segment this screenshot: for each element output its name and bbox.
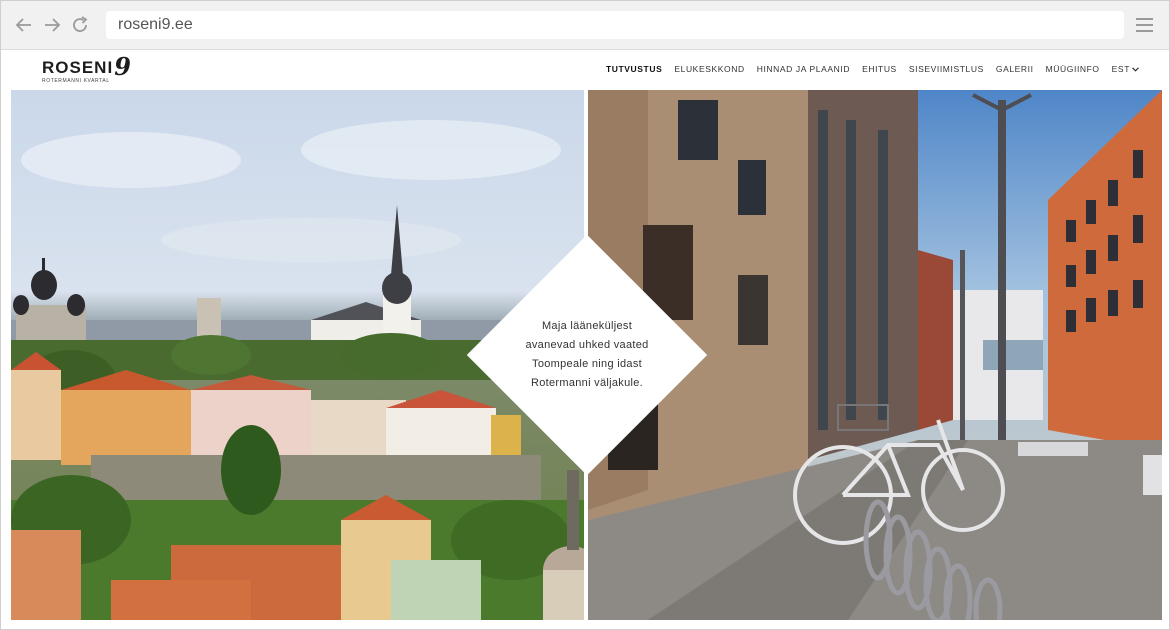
main-navigation: TUTVUSTUS ELUKESKKOND HINNAD JA PLAANID … [594,64,1139,74]
browser-window: roseni9.ee ROSENI 9 Rotermanni kvartal TU… [0,0,1170,630]
forward-arrow-icon[interactable] [40,13,64,37]
nav-item-muugiinfo[interactable]: MÜÜGIINFO [1046,64,1100,74]
nav-item-galerii[interactable]: GALERII [996,64,1034,74]
nav-item-ehitus[interactable]: EHITUS [862,64,897,74]
site-logo[interactable]: ROSENI 9 Rotermanni kvartal [42,52,132,85]
caption-line: Maja lääneküljest [541,320,633,332]
language-switcher[interactable]: EST [1112,64,1139,74]
caption-text: Maja lääneküljest avanevad uhked vaated … [465,233,709,477]
caption-line: Toompeale ning idast [532,358,642,370]
nav-item-siseviimistlus[interactable]: SISEVIIMISTLUS [909,64,984,74]
nav-item-tutvustus[interactable]: TUTVUSTUS [606,64,662,74]
hamburger-menu-icon[interactable] [1133,14,1157,36]
address-bar[interactable]: roseni9.ee [106,11,1124,39]
browser-toolbar: roseni9.ee [1,1,1169,50]
logo-text: ROSENI [42,58,114,77]
chevron-down-icon [1132,66,1139,72]
logo-digit: 9 [114,52,132,81]
nav-item-elukeskkond[interactable]: ELUKESKKOND [674,64,744,74]
nav-item-hinnad-ja-plaanid[interactable]: HINNAD JA PLAANID [757,64,850,74]
language-label: EST [1111,64,1130,74]
site-header: ROSENI 9 Rotermanni kvartal TUTVUSTUS ELU… [1,50,1169,90]
caption-line: avanevad uhked vaated [525,339,649,351]
back-arrow-icon[interactable] [12,13,36,37]
url-text: roseni9.ee [118,16,193,33]
caption-line: Rotermanni väljakule. [530,377,644,389]
caption-diamond: Maja lääneküljest avanevad uhked vaated … [465,233,709,477]
reload-icon[interactable] [68,13,92,37]
